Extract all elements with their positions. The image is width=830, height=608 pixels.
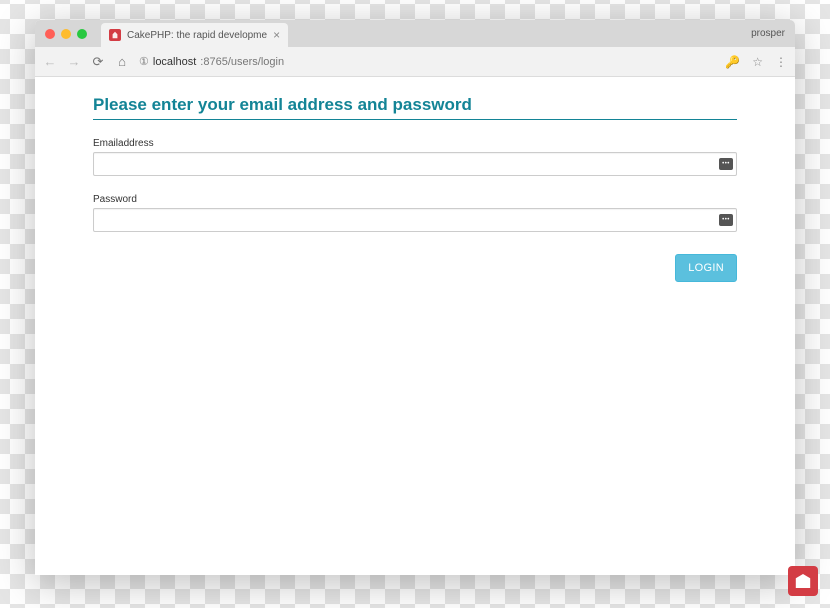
- menu-dots-icon[interactable]: ⋮: [775, 55, 787, 69]
- page-content: Please enter your email address and pass…: [35, 77, 795, 575]
- toolbar: ← → ⟳ ⌂ ① localhost :8765/users/login 🔑 ☆…: [35, 47, 795, 77]
- profile-name[interactable]: prosper: [751, 28, 785, 39]
- back-icon[interactable]: ←: [43, 54, 57, 69]
- home-icon[interactable]: ⌂: [115, 54, 129, 69]
- minimize-window-button[interactable]: [61, 29, 71, 39]
- key-icon[interactable]: 🔑: [725, 55, 740, 69]
- cakephp-logo-icon: [788, 566, 818, 596]
- password-field-group: Password •••: [93, 194, 737, 232]
- address-bar[interactable]: ① localhost :8765/users/login: [139, 55, 715, 68]
- reload-icon[interactable]: ⟳: [91, 54, 105, 70]
- password-input[interactable]: [93, 208, 737, 232]
- url-host: localhost: [153, 56, 196, 68]
- bookmark-star-icon[interactable]: ☆: [752, 55, 763, 69]
- email-label: Emailaddress: [93, 138, 737, 149]
- forward-icon[interactable]: →: [67, 54, 81, 69]
- browser-tab[interactable]: CakePHP: the rapid developme ×: [101, 23, 288, 47]
- close-window-button[interactable]: [45, 29, 55, 39]
- login-button[interactable]: LOGIN: [675, 254, 737, 282]
- autofill-icon[interactable]: •••: [719, 214, 733, 226]
- email-input[interactable]: [93, 152, 737, 176]
- maximize-window-button[interactable]: [77, 29, 87, 39]
- button-row: LOGIN: [93, 254, 737, 282]
- tab-bar: CakePHP: the rapid developme × prosper: [35, 20, 795, 47]
- close-tab-icon[interactable]: ×: [273, 28, 280, 42]
- email-field-group: Emailaddress •••: [93, 138, 737, 176]
- page-heading: Please enter your email address and pass…: [93, 95, 737, 120]
- url-path: :8765/users/login: [200, 56, 284, 68]
- password-label: Password: [93, 194, 737, 205]
- toolbar-right: 🔑 ☆ ⋮: [725, 55, 787, 69]
- tab-title: CakePHP: the rapid developme: [127, 30, 267, 41]
- autofill-icon[interactable]: •••: [719, 158, 733, 170]
- site-info-icon[interactable]: ①: [139, 55, 149, 68]
- window-controls: [35, 29, 87, 39]
- browser-window: CakePHP: the rapid developme × prosper ←…: [35, 20, 795, 575]
- cakephp-favicon-icon: [109, 29, 121, 41]
